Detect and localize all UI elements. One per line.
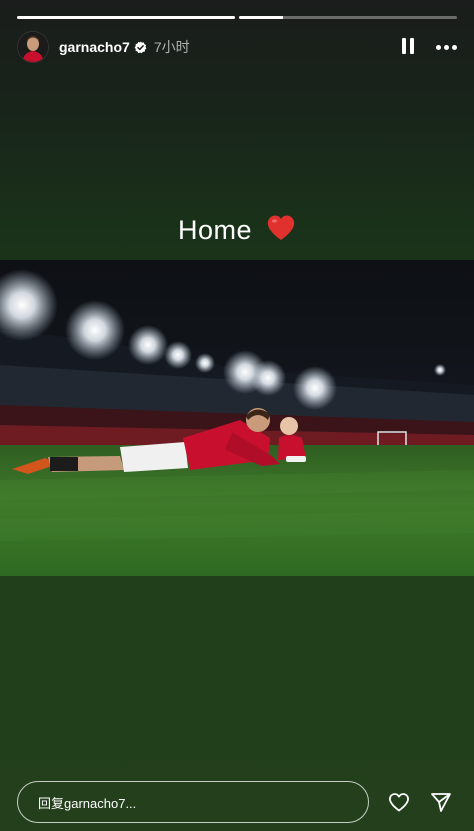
story-viewer: garnacho7 7小时 Home 回复garnacho7... <box>0 0 474 831</box>
progress-fill <box>239 16 283 19</box>
username[interactable]: garnacho7 <box>59 39 130 55</box>
story-controls <box>402 38 457 56</box>
verified-badge-icon <box>134 40 147 53</box>
reply-input[interactable]: 回复garnacho7... <box>17 781 369 823</box>
caption-text: Home <box>177 215 252 245</box>
pause-icon[interactable] <box>402 38 416 56</box>
send-icon[interactable] <box>429 790 453 814</box>
heart-icon <box>267 215 295 240</box>
story-header: garnacho7 7小时 <box>17 30 457 64</box>
story-photo <box>0 260 474 576</box>
heart-outline-icon[interactable] <box>387 790 411 814</box>
more-icon[interactable] <box>436 44 457 50</box>
story-caption: Home <box>0 214 474 246</box>
progress-segment <box>239 16 457 19</box>
story-footer: 回复garnacho7... <box>17 780 457 824</box>
avatar[interactable] <box>17 31 49 63</box>
reply-placeholder: 回复garnacho7... <box>38 795 137 811</box>
progress-segment <box>17 16 235 19</box>
post-time: 7小时 <box>153 39 190 55</box>
story-progress-bar <box>17 16 457 19</box>
progress-fill <box>17 16 235 19</box>
